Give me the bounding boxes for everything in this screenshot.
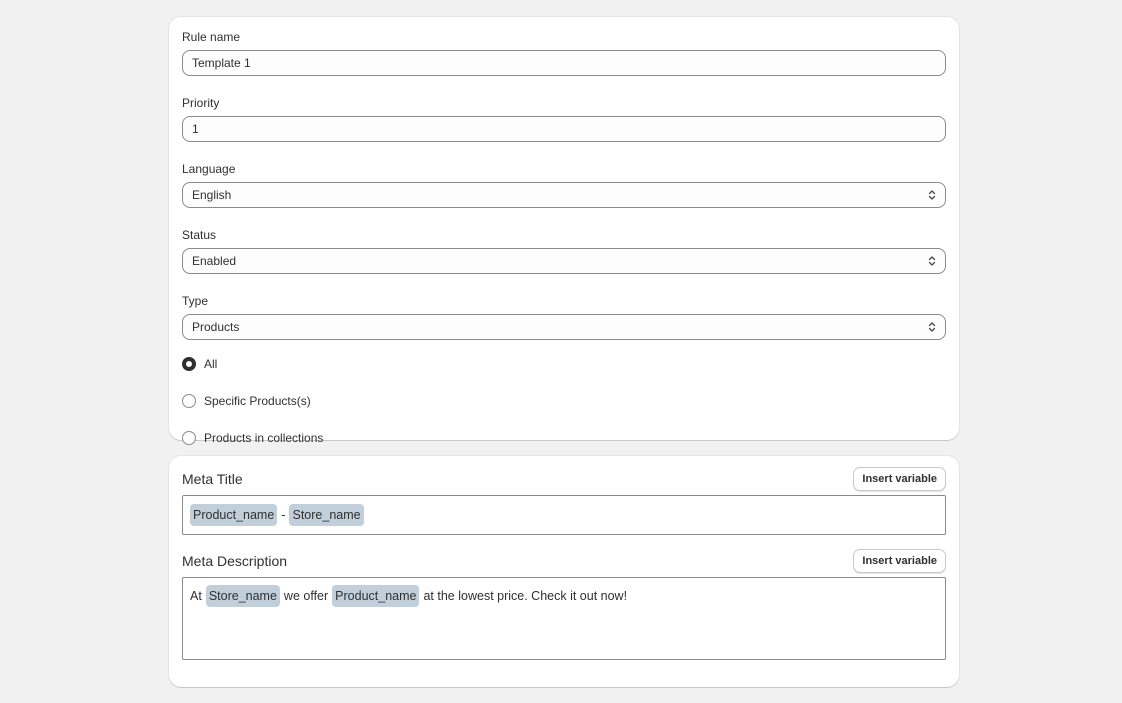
editor-text: we offer — [283, 589, 329, 603]
meta-template-card: Meta Title Insert variable Product_name … — [169, 456, 959, 687]
select-chevron-icon — [928, 256, 936, 266]
editor-text: at the lowest price. Check it out now! — [423, 589, 628, 603]
language-select[interactable]: English — [182, 182, 946, 208]
language-field: Language English — [182, 162, 946, 208]
meta-title-heading: Meta Title — [182, 471, 243, 487]
type-select-value: Products — [192, 320, 240, 334]
meta-description-heading: Meta Description — [182, 553, 288, 569]
scope-radio-specific-label: Specific Products(s) — [204, 394, 311, 408]
variable-tag[interactable]: Store_name — [289, 504, 364, 526]
status-label: Status — [182, 228, 217, 242]
priority-label: Priority — [182, 96, 220, 110]
priority-input[interactable]: 1 — [182, 116, 946, 142]
scope-radio-specific-products[interactable]: Specific Products(s) — [182, 393, 946, 409]
radio-button[interactable] — [182, 394, 196, 408]
status-field: Status Enabled — [182, 228, 946, 274]
variable-tag[interactable]: Store_name — [205, 585, 280, 607]
language-select-value: English — [192, 188, 232, 202]
editor-text: At — [190, 589, 202, 603]
type-label: Type — [182, 294, 209, 308]
meta-title-editor[interactable]: Product_name - Store_name — [182, 495, 946, 535]
rule-name-label: Rule name — [182, 30, 241, 44]
type-select[interactable]: Products — [182, 314, 946, 340]
meta-description-insert-variable-button[interactable]: Insert variable — [853, 549, 946, 573]
rule-name-input[interactable]: Template 1 — [182, 50, 946, 76]
select-chevron-icon — [928, 190, 936, 200]
scope-radio-all[interactable]: All — [182, 356, 946, 372]
type-field: Type Products — [182, 294, 946, 340]
variable-tag[interactable]: Product_name — [190, 504, 278, 526]
scope-radio-all-label: All — [204, 357, 218, 371]
priority-field: Priority 1 — [182, 96, 946, 142]
meta-title-header: Meta Title Insert variable — [182, 467, 946, 491]
meta-title-insert-variable-button[interactable]: Insert variable — [853, 467, 946, 491]
rule-settings-card: Rule name Template 1 Priority 1 Language… — [169, 17, 959, 445]
status-select-value: Enabled — [192, 254, 237, 268]
variable-tag[interactable]: Product_name — [332, 585, 420, 607]
status-select[interactable]: Enabled — [182, 248, 946, 274]
select-chevron-icon — [928, 322, 936, 332]
radio-button[interactable] — [182, 431, 196, 445]
scope-radio-collections[interactable]: Products in collections — [182, 430, 946, 446]
meta-description-editor[interactable]: At Store_name we offer Product_name at t… — [182, 577, 946, 660]
meta-description-header: Meta Description Insert variable — [182, 549, 946, 573]
editor-text: - — [281, 508, 286, 522]
radio-button-checked[interactable] — [182, 357, 196, 371]
rule-name-field: Rule name Template 1 — [182, 30, 946, 76]
scope-radio-collections-label: Products in collections — [204, 431, 324, 445]
language-label: Language — [182, 162, 236, 176]
